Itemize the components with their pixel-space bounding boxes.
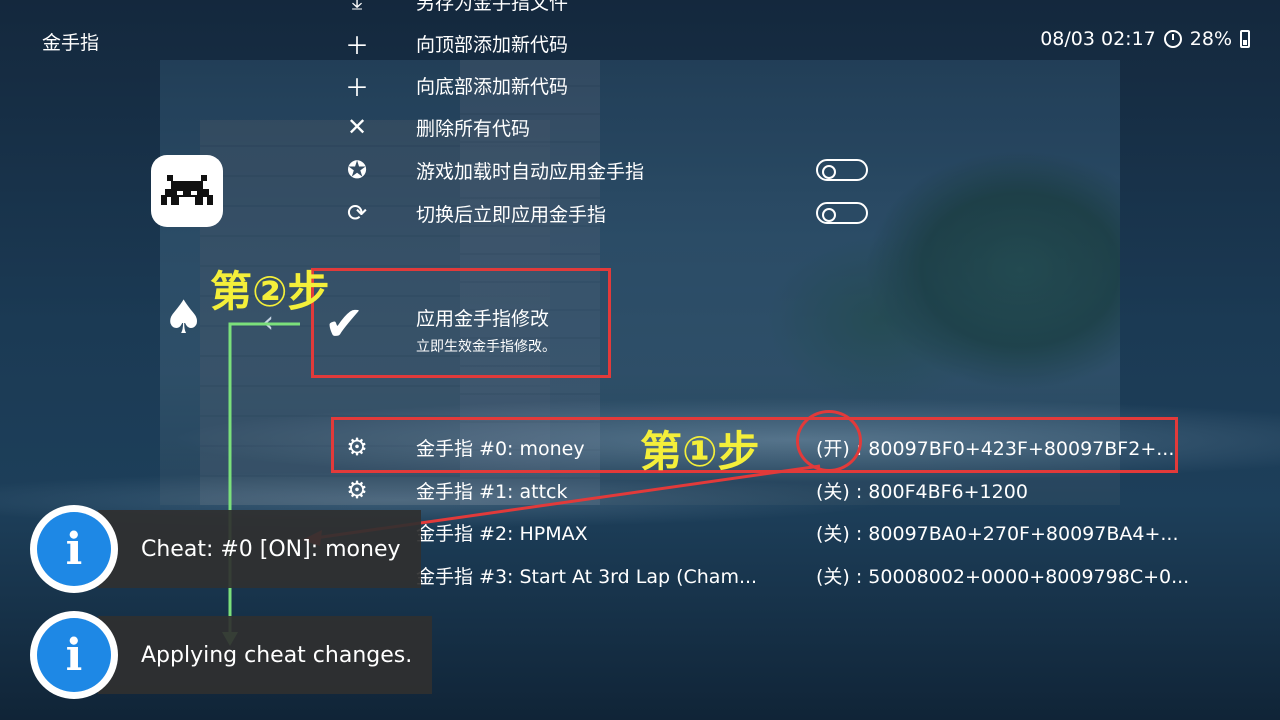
annotation-box-step2: [311, 268, 611, 378]
close-icon: ✕: [346, 113, 368, 141]
menu-item-auto-apply-on-load[interactable]: ✪ 游戏加载时自动应用金手指: [340, 149, 1200, 191]
menu-item-label: 另存为金手指文件: [416, 0, 569, 14]
menu-item-delete-all[interactable]: ✕ 删除所有代码: [340, 106, 1200, 148]
toggle-switch[interactable]: [816, 159, 868, 181]
cheat-value: (关) : 80097BA0+270F+80097BA4+...: [816, 522, 1179, 545]
menu-item-apply-after-toggle[interactable]: ⟳ 切换后立即应用金手指: [340, 192, 1200, 234]
cheat-label: 金手指 #3: Start At 3rd Lap (Cham...: [416, 565, 758, 588]
menu-item-label: 向底部添加新代码: [416, 75, 569, 98]
download-icon: ⤓: [351, 0, 363, 15]
menu-item-label: 切换后立即应用金手指: [416, 203, 607, 226]
page-title: 金手指: [42, 32, 100, 54]
spade-icon[interactable]: ♠: [163, 294, 204, 340]
plus-icon: ＋: [345, 73, 369, 102]
cheat-label: 金手指 #1: attck: [416, 480, 568, 503]
toggle-switch[interactable]: [816, 202, 868, 224]
cheat-row-1[interactable]: ⚙ 金手指 #1: attck (关) : 800F4BF6+1200: [340, 469, 1200, 511]
plus-icon: ＋: [345, 31, 369, 60]
notification-text: Cheat: #0 [ON]: money: [98, 510, 421, 588]
gear-icon: ⚙: [346, 476, 368, 504]
battery-icon: [1240, 30, 1250, 48]
info-icon: i: [30, 505, 118, 593]
cheat-label: 金手指 #2: HPMAX: [416, 522, 588, 545]
notification-applying: i Applying cheat changes.: [30, 611, 433, 699]
badge-check-icon: ✪: [346, 156, 368, 184]
step1-label: 第①步: [640, 427, 760, 476]
refresh-check-icon: ⟳: [346, 199, 368, 227]
menu-item-add-bottom[interactable]: ＋ 向底部添加新代码: [340, 64, 1200, 106]
notification-cheat-on: i Cheat: #0 [ON]: money: [30, 505, 421, 593]
retroarch-logo-icon: [151, 155, 223, 227]
cheat-value: (关) : 50008002+0000+8009798C+0...: [816, 565, 1190, 588]
cheat-value: (关) : 800F4BF6+1200: [816, 480, 1028, 503]
menu-item-add-top[interactable]: ＋ 向顶部添加新代码: [340, 22, 1200, 64]
menu-item-label: 游戏加载时自动应用金手指: [416, 160, 645, 183]
info-icon: i: [30, 611, 118, 699]
menu-item-label: 向顶部添加新代码: [416, 33, 569, 56]
step2-label: 第②步: [210, 267, 330, 316]
annotation-circle-on: [796, 410, 862, 472]
cheat-row-2[interactable]: 金手指 #2: HPMAX (关) : 80097BA0+270F+80097B…: [340, 511, 1200, 553]
cheat-row-3[interactable]: 金手指 #3: Start At 3rd Lap (Cham... (关) : …: [340, 554, 1200, 596]
notification-text: Applying cheat changes.: [98, 616, 433, 694]
menu-item-label: 删除所有代码: [416, 117, 531, 140]
menu-item-save-cheat-file[interactable]: ⤓ 另存为金手指文件: [340, 0, 1200, 22]
